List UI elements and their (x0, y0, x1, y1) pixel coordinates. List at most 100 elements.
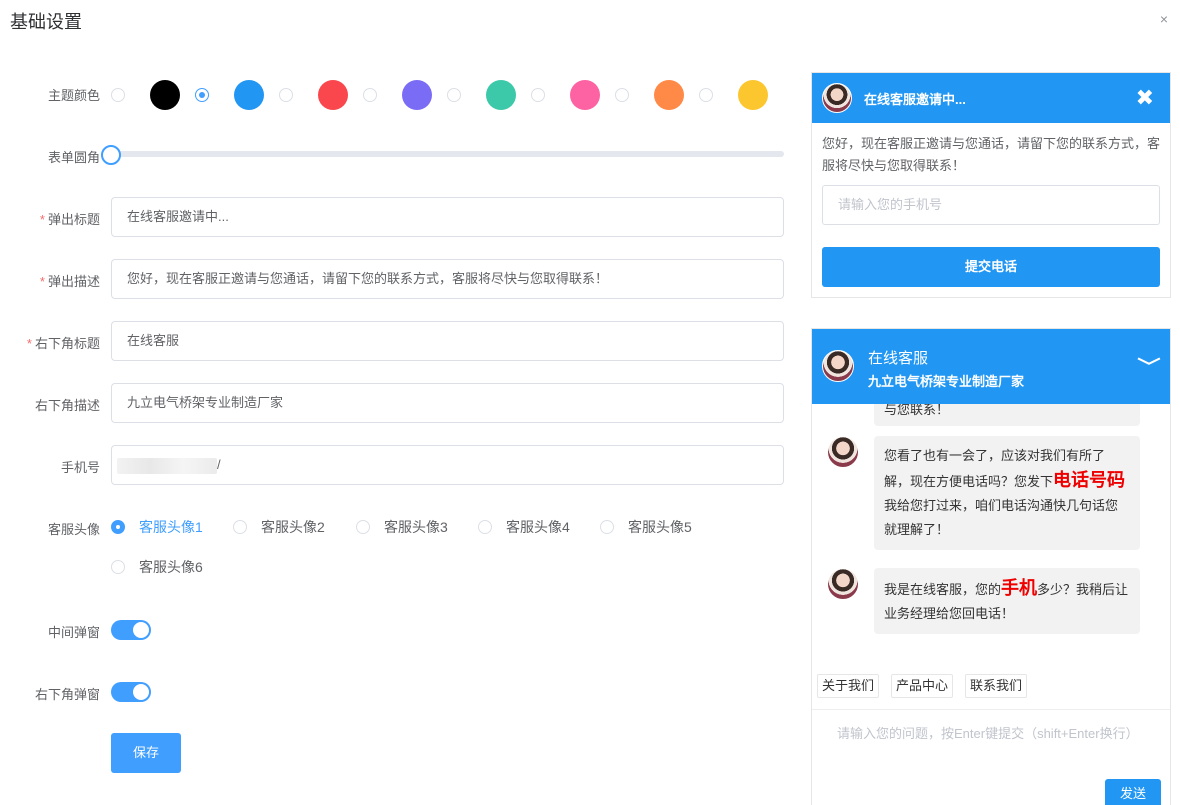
theme-color-option[interactable] (615, 80, 684, 110)
radio-button[interactable] (356, 520, 370, 534)
radio-button[interactable] (363, 88, 377, 102)
phone-label: 手机号 (60, 460, 100, 475)
color-swatch (486, 80, 516, 110)
radio-button[interactable] (195, 88, 209, 102)
color-swatch (570, 80, 600, 110)
corner-title-label-text: 右下角标题 (34, 336, 100, 351)
quick-link-products[interactable]: 产品中心 (891, 674, 954, 698)
dialog-close-icon[interactable]: × (1157, 12, 1171, 26)
redacted-phone (117, 457, 217, 474)
divider (812, 709, 1170, 710)
chevron-down-icon[interactable]: ﹀ (1137, 353, 1160, 379)
required-mark: * (39, 274, 45, 289)
popup-desc-input[interactable]: 您好，现在客服正邀请与您通话，请留下您的联系方式，客服将尽快与您取得联系！ (111, 259, 784, 299)
radio-button[interactable] (478, 520, 492, 534)
avatar-option-2[interactable]: 客服头像2 (233, 517, 325, 537)
submit-phone-button[interactable]: 提交电话 (822, 247, 1160, 287)
corner-title-label: * 右下角标题 (0, 333, 100, 352)
color-swatch (654, 80, 684, 110)
avatar-option-label: 客服头像3 (384, 519, 448, 535)
radius-slider-track[interactable] (111, 151, 784, 157)
radio-button[interactable] (447, 88, 461, 102)
color-swatch (318, 80, 348, 110)
middle-popup-switch[interactable] (111, 620, 151, 640)
radio-button[interactable] (615, 88, 629, 102)
avatar-option-4[interactable]: 客服头像4 (478, 517, 570, 537)
radio-button[interactable] (111, 520, 125, 534)
theme-color-option[interactable] (363, 80, 432, 110)
popup-desc-label-text: 弹出描述 (47, 274, 100, 289)
corner-popup-label: 右下角弹窗 (34, 687, 100, 702)
agent-avatar (822, 83, 852, 113)
quick-link-contact[interactable]: 联系我们 (965, 674, 1028, 698)
radio-button[interactable] (531, 88, 545, 102)
theme-color-option[interactable] (531, 80, 600, 110)
invite-popup-header: 在线客服邀请中... ✖ (812, 73, 1170, 123)
popup-title-label-text: 弹出标题 (47, 212, 100, 227)
radius-label: 表单圆角 (47, 150, 100, 165)
chat-message-input[interactable]: 请输入您的问题，按Enter键提交（shift+Enter换行） (837, 723, 1152, 745)
radius-slider-handle[interactable] (101, 145, 121, 165)
radio-button[interactable] (600, 520, 614, 534)
theme-color-label: 主题颜色 (47, 88, 100, 103)
required-mark: * (39, 212, 45, 227)
corner-desc-label: 右下角描述 (34, 398, 100, 413)
color-swatch (402, 80, 432, 110)
popup-desc-label: * 弹出描述 (0, 271, 100, 290)
color-swatch (234, 80, 264, 110)
radio-button[interactable] (699, 88, 713, 102)
avatar-option-1[interactable]: 客服头像1 (111, 517, 203, 537)
agent-avatar (827, 568, 859, 600)
phone-value-tail: / (217, 457, 221, 472)
chat-text: 我给您打过来，咱们电话沟通快几句话您就理解了！ (884, 498, 1119, 537)
chat-header: 在线客服 九立电气桥架专业制造厂家 ﹀ (812, 329, 1170, 404)
theme-color-option[interactable] (279, 80, 348, 110)
radio-button[interactable] (111, 560, 125, 574)
invite-popup-desc: 您好，现在客服正邀请与您通话，请留下您的联系方式，客服将尽快与您取得联系！ (822, 136, 1161, 173)
color-swatch (738, 80, 768, 110)
chat-highlight: 电话号码 (1053, 470, 1126, 490)
required-mark: * (26, 336, 32, 351)
color-swatch (150, 80, 180, 110)
radio-button[interactable] (233, 520, 247, 534)
avatar-option-label: 客服头像1 (139, 519, 203, 535)
avatar-option-3[interactable]: 客服头像3 (356, 517, 448, 537)
middle-popup-label: 中间弹窗 (47, 625, 100, 640)
corner-desc-input[interactable]: 九立电气桥架专业制造厂家 (111, 383, 784, 423)
invite-popup-close-icon[interactable]: ✖ (1136, 87, 1154, 109)
chat-bubble: 您看了也有一会了，应该对我们有所了解，现在方便电话吗？您发下电话号码我给您打过来… (874, 436, 1140, 550)
agent-avatar (827, 436, 859, 468)
corner-title-input[interactable]: 在线客服 (111, 321, 784, 361)
chat-subtitle: 九立电气桥架专业制造厂家 (868, 374, 1025, 389)
theme-color-option[interactable] (111, 80, 180, 110)
dialog-title: 基础设置 (10, 12, 82, 32)
chat-widget-preview: 在线客服 九立电气桥架专业制造厂家 ﹀ 与您联系！ 您看了也有一会了，应该对我们… (811, 328, 1171, 805)
send-button[interactable]: 发送 (1105, 779, 1161, 805)
chat-title: 在线客服 (868, 350, 929, 367)
theme-color-option[interactable] (195, 80, 264, 110)
theme-color-option[interactable] (699, 80, 768, 110)
quick-link-about[interactable]: 关于我们 (817, 674, 880, 698)
popup-title-label: * 弹出标题 (0, 209, 100, 228)
chat-highlight: 手机 (1001, 578, 1038, 598)
agent-avatar (822, 350, 854, 382)
invite-popup-title: 在线客服邀请中... (864, 91, 966, 107)
chat-text: 我是在线客服，您的 (884, 582, 1002, 597)
invite-popup-preview: 在线客服邀请中... ✖ 您好，现在客服正邀请与您通话，请留下您的联系方式，客服… (811, 72, 1171, 298)
avatar-option-6[interactable]: 客服头像6 (111, 557, 203, 577)
avatar-option-label: 客服头像4 (506, 519, 570, 535)
radio-button[interactable] (279, 88, 293, 102)
avatar-option-label: 客服头像2 (261, 519, 325, 535)
chat-bubble: 我是在线客服，您的手机多少？我稍后让业务经理给您回电话！ (874, 568, 1140, 634)
avatar-option-5[interactable]: 客服头像5 (600, 517, 692, 537)
save-button[interactable]: 保存 (111, 733, 181, 773)
invite-phone-input[interactable]: 请输入您的手机号 (822, 185, 1160, 225)
phone-input[interactable]: / (111, 445, 784, 485)
avatar-label: 客服头像 (47, 522, 100, 537)
avatar-option-label: 客服头像6 (139, 559, 203, 575)
popup-title-input[interactable]: 在线客服邀请中... (111, 197, 784, 237)
theme-color-option[interactable] (447, 80, 516, 110)
avatar-option-label: 客服头像5 (628, 519, 692, 535)
radio-button[interactable] (111, 88, 125, 102)
corner-popup-switch[interactable] (111, 682, 151, 702)
